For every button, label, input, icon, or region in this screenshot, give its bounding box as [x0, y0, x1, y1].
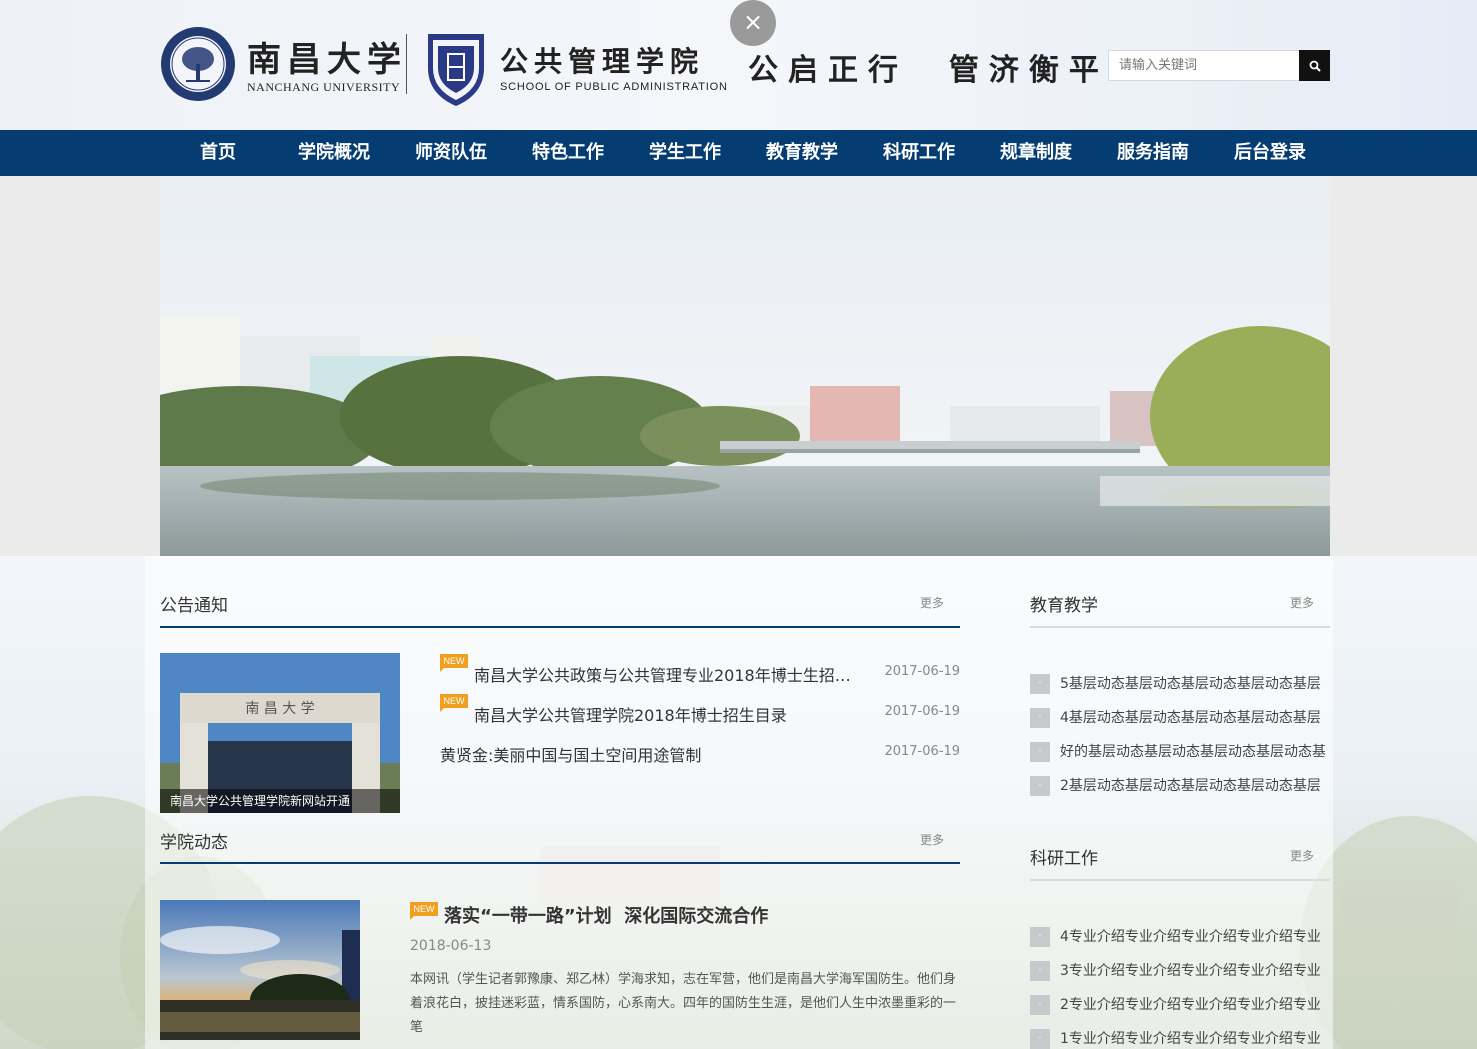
notice-item[interactable]: 黄贤金:美丽中国与国土空间用途管制 2017-06-19	[440, 742, 960, 766]
school-name-en: SCHOOL OF PUBLIC ADMINISTRATION	[500, 81, 728, 93]
news-title: 学院动态	[160, 833, 228, 853]
notice-item-date: 2017-06-19	[884, 744, 960, 759]
nav-item-overview[interactable]: 学院概况	[298, 130, 370, 176]
notices-title: 公告通知	[160, 596, 228, 616]
notice-item[interactable]: NEW 南昌大学公共管理学院2018年博士招生目录 2017-06-19	[440, 694, 960, 726]
news-headline[interactable]: 落实“一带一路”计划 深化国际交流合作	[444, 902, 768, 928]
list-item-text[interactable]: 3专业介绍专业介绍专业介绍专业介绍专业	[1060, 961, 1325, 981]
university-name-cn: 南昌大学	[247, 40, 407, 80]
teaching-underline	[1030, 626, 1330, 628]
school-shield-emblem[interactable]	[424, 28, 488, 108]
notice-item[interactable]: NEW 南昌大学公共政策与公共管理专业2018年博士生招生... 2017-06…	[440, 654, 960, 686]
list-item[interactable]: · 4专业介绍专业介绍专业介绍专业介绍专业	[1030, 927, 1330, 947]
search-button[interactable]	[1299, 50, 1330, 81]
bullet-icon: ·	[1030, 674, 1050, 694]
research-underline	[1030, 879, 1330, 881]
university-name-en: NANCHANG UNIVERSITY	[247, 80, 401, 94]
bullet-icon: ·	[1030, 708, 1050, 728]
close-icon[interactable]: ×	[730, 0, 776, 46]
list-item-text[interactable]: 1专业介绍专业介绍专业介绍专业介绍专业	[1060, 1029, 1325, 1049]
teaching-more-link[interactable]: 更多	[1290, 594, 1314, 611]
new-badge: NEW	[440, 694, 468, 712]
list-item-text[interactable]: 5基层动态基层动态基层动态基层动态基层	[1060, 674, 1325, 694]
bullet-icon: ·	[1030, 1029, 1050, 1049]
sunset-lake-photo	[160, 900, 360, 1040]
research-title: 科研工作	[1030, 849, 1098, 869]
school-motto: 公启正行 管济衡平	[748, 53, 1109, 88]
logo-divider	[406, 34, 407, 94]
nanchang-university-emblem[interactable]	[160, 26, 236, 102]
news-more-link[interactable]: 更多	[920, 831, 944, 848]
nav-item-research[interactable]: 科研工作	[883, 130, 955, 176]
bullet-icon: ·	[1030, 742, 1050, 762]
nav-item-education[interactable]: 教育教学	[766, 130, 838, 176]
nav-item-home[interactable]: 首页	[200, 130, 236, 176]
list-item-text[interactable]: 2专业介绍专业介绍专业介绍专业介绍专业	[1060, 995, 1325, 1015]
new-badge: NEW	[440, 654, 468, 672]
news-underline	[160, 862, 960, 864]
search-input[interactable]	[1108, 50, 1300, 81]
bullet-icon: ·	[1030, 995, 1050, 1015]
notice-item-date: 2017-06-19	[884, 664, 960, 679]
list-item[interactable]: · 2基层动态基层动态基层动态基层动态基层	[1030, 776, 1330, 796]
news-featured-image[interactable]	[160, 900, 360, 1040]
nav-item-faculty[interactable]: 师资队伍	[415, 130, 487, 176]
nav-item-featured[interactable]: 特色工作	[532, 130, 604, 176]
search-icon	[1309, 60, 1321, 72]
bullet-icon: ·	[1030, 776, 1050, 796]
list-item[interactable]: · 2专业介绍专业介绍专业介绍专业介绍专业	[1030, 995, 1330, 1015]
notice-item-date: 2017-06-19	[884, 704, 960, 719]
nav-item-admin-login[interactable]: 后台登录	[1234, 130, 1306, 176]
notice-item-title[interactable]: 南昌大学公共管理学院2018年博士招生目录	[474, 702, 864, 726]
news-summary: 本网讯（学生记者郭豫康、郑乙林）学海求知，志在军营，他们是南昌大学海军国防生。他…	[410, 972, 957, 1035]
school-name-cn: 公共管理学院	[500, 45, 705, 78]
gate-sign-text: 南 昌 大 学	[245, 701, 314, 717]
list-item-text[interactable]: 4专业介绍专业介绍专业介绍专业介绍专业	[1060, 927, 1325, 947]
list-item[interactable]: · 5基层动态基层动态基层动态基层动态基层	[1030, 674, 1330, 694]
site-header: 南昌大学 NANCHANG UNIVERSITY 公共管理学院 SCHOOL O…	[0, 0, 1477, 130]
list-item[interactable]: · 3专业介绍专业介绍专业介绍专业介绍专业	[1030, 961, 1330, 981]
bullet-icon: ·	[1030, 927, 1050, 947]
notice-item-title[interactable]: 黄贤金:美丽中国与国土空间用途管制	[440, 742, 830, 766]
nav-item-students[interactable]: 学生工作	[649, 130, 721, 176]
list-item[interactable]: · 4基层动态基层动态基层动态基层动态基层	[1030, 708, 1330, 728]
notices-underline	[160, 626, 960, 628]
list-item[interactable]: · 好的基层动态基层动态基层动态基层动态基	[1030, 742, 1330, 762]
notices-more-link[interactable]: 更多	[920, 594, 944, 611]
news-date: 2018-06-13	[410, 938, 492, 954]
research-more-link[interactable]: 更多	[1290, 847, 1314, 864]
list-item-text[interactable]: 4基层动态基层动态基层动态基层动态基层	[1060, 708, 1325, 728]
list-item-text[interactable]: 好的基层动态基层动态基层动态基层动态基	[1060, 742, 1325, 762]
list-item-text[interactable]: 2基层动态基层动态基层动态基层动态基层	[1060, 776, 1325, 796]
list-item[interactable]: · 1专业介绍专业介绍专业介绍专业介绍专业	[1030, 1029, 1330, 1049]
new-badge: NEW	[410, 902, 438, 920]
nav-item-services[interactable]: 服务指南	[1117, 130, 1189, 176]
main-nav: 首页 学院概况 师资队伍 特色工作 学生工作 教育教学 科研工作 规章制度 服务…	[0, 130, 1477, 176]
teaching-title: 教育教学	[1030, 596, 1098, 616]
nav-item-regulations[interactable]: 规章制度	[1000, 130, 1072, 176]
notice-image-caption[interactable]: 南昌大学公共管理学院新网站开通	[160, 789, 400, 813]
campus-lake-image	[160, 176, 1330, 556]
notice-featured-image[interactable]: 南 昌 大 学 南昌大学公共管理学院新网站开通	[160, 653, 400, 813]
notice-item-title[interactable]: 南昌大学公共政策与公共管理专业2018年博士生招生...	[474, 662, 864, 686]
campus-banner[interactable]	[160, 176, 1330, 556]
bullet-icon: ·	[1030, 961, 1050, 981]
